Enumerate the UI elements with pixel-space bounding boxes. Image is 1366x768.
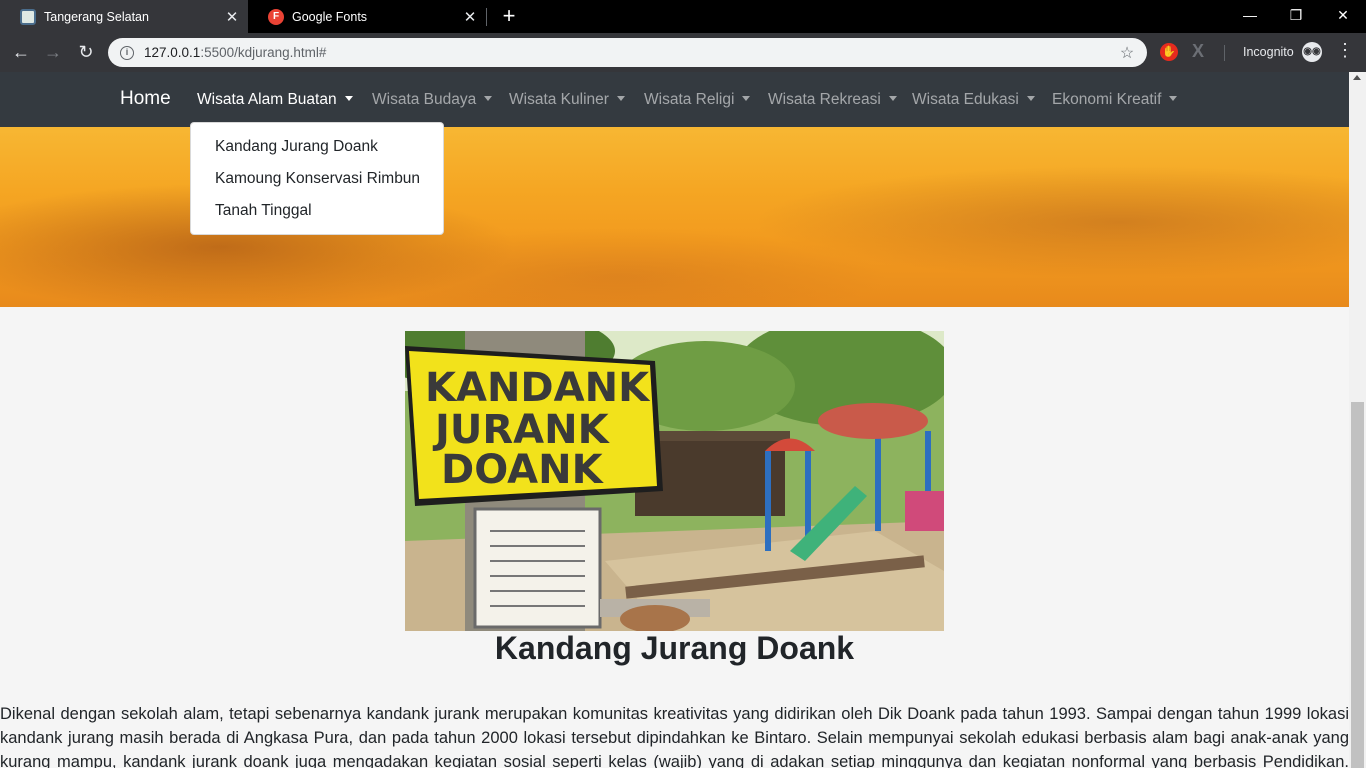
bookmark-star-icon[interactable]: ☆: [1117, 43, 1137, 63]
reload-icon[interactable]: ↻: [75, 41, 97, 63]
caret-down-icon: [484, 96, 493, 101]
minimize-button[interactable]: —: [1227, 0, 1273, 30]
scroll-up-arrow-icon[interactable]: [1353, 75, 1361, 80]
nav-wisata-budaya[interactable]: Wisata Budaya: [372, 91, 493, 109]
photo-illustration: KANDANK JURANK DOANK: [405, 331, 944, 631]
new-tab-button[interactable]: +: [498, 5, 520, 27]
nav-label: Wisata Kuliner: [509, 91, 609, 108]
tab-divider: [486, 8, 487, 26]
caret-down-icon: [742, 96, 751, 101]
site-favicon-icon: [20, 8, 36, 25]
toolbar-divider: [1224, 45, 1225, 61]
kandang-jurang-doank-photo: KANDANK JURANK DOANK: [405, 331, 944, 631]
nav-label: Wisata Edukasi: [912, 91, 1019, 108]
sign-line-3: DOANK: [441, 447, 605, 493]
sign-line-1: KANDANK: [425, 365, 651, 411]
info-icon[interactable]: i: [120, 45, 134, 60]
page-title: Kandang Jurang Doank: [494, 630, 855, 666]
url-path: :5500/kdjurang.html#: [200, 45, 327, 60]
incognito-label: Incognito: [1243, 45, 1294, 59]
tab-title: Tangerang Selatan: [44, 9, 149, 24]
caret-down-icon: [1026, 96, 1035, 101]
nav-wisata-edukasi[interactable]: Wisata Edukasi: [912, 91, 1035, 109]
caret-down-icon: [344, 96, 353, 101]
back-arrow-icon[interactable]: ←: [10, 41, 32, 63]
page-scrollbar[interactable]: [1349, 72, 1366, 768]
google-fonts-favicon-icon: F: [268, 8, 284, 25]
nav-label: Wisata Budaya: [372, 91, 477, 108]
url-text[interactable]: 127.0.0.1:5500/kdjurang.html#: [144, 45, 1117, 60]
incognito-icon[interactable]: ◉◉: [1302, 42, 1322, 62]
forward-arrow-icon[interactable]: →: [42, 41, 64, 63]
tab-title: Google Fonts: [292, 9, 368, 24]
address-bar[interactable]: i 127.0.0.1:5500/kdjurang.html# ☆: [108, 38, 1147, 67]
page-viewport: Home Wisata Alam Buatan Wisata Budaya Wi…: [0, 72, 1366, 768]
close-tab-icon[interactable]: ✕: [460, 8, 480, 26]
nav-label: Wisata Religi: [644, 91, 735, 108]
dropdown-item-tanah-tinggal[interactable]: Tanah Tinggal: [191, 195, 443, 227]
tab-tangerang-selatan[interactable]: Tangerang Selatan ✕: [0, 0, 248, 33]
browser-menu-icon[interactable]: ⋮: [1336, 40, 1354, 61]
nav-wisata-alam-buatan[interactable]: Wisata Alam Buatan: [197, 91, 353, 109]
scrollbar-thumb[interactable]: [1351, 402, 1364, 768]
nav-wisata-religi[interactable]: Wisata Religi: [644, 91, 751, 109]
caret-down-icon: [888, 96, 897, 101]
nav-ekonomi-kreatif[interactable]: Ekonomi Kreatif: [1052, 91, 1178, 109]
close-window-button[interactable]: ✕: [1320, 0, 1366, 30]
site-navbar: Home Wisata Alam Buatan Wisata Budaya Wi…: [0, 72, 1349, 127]
nav-label: Ekonomi Kreatif: [1052, 91, 1162, 108]
tab-google-fonts[interactable]: F Google Fonts ✕: [248, 0, 486, 33]
url-host: 127.0.0.1: [144, 45, 201, 60]
description-paragraph: Dikenal dengan sekolah alam, tetapi sebe…: [0, 705, 1349, 768]
extension-stop-icon[interactable]: ✋: [1160, 43, 1178, 61]
browser-tab-strip: Tangerang Selatan ✕ F Google Fonts ✕ + —…: [0, 0, 1366, 33]
dropdown-item-kamoung-konservasi-rimbun[interactable]: Kamoung Konservasi Rimbun: [191, 163, 443, 195]
close-tab-icon[interactable]: ✕: [222, 8, 242, 26]
caret-down-icon: [616, 96, 625, 101]
caret-down-icon: [1169, 96, 1178, 101]
dropdown-item-kandang-jurang-doank[interactable]: Kandang Jurang Doank: [191, 131, 443, 163]
nav-label: Wisata Alam Buatan: [197, 91, 337, 108]
nav-home-link[interactable]: Home: [120, 88, 171, 110]
nav-wisata-kuliner[interactable]: Wisata Kuliner: [509, 91, 625, 109]
dropdown-menu: Kandang Jurang Doank Kamoung Konservasi …: [190, 122, 444, 235]
nav-wisata-rekreasi[interactable]: Wisata Rekreasi: [768, 91, 897, 109]
restore-button[interactable]: ❐: [1273, 0, 1319, 30]
extension-x-icon[interactable]: X: [1192, 41, 1204, 62]
browser-toolbar: ← → ↻ i 127.0.0.1:5500/kdjurang.html# ☆ …: [0, 33, 1366, 72]
nav-label: Wisata Rekreasi: [768, 91, 881, 108]
